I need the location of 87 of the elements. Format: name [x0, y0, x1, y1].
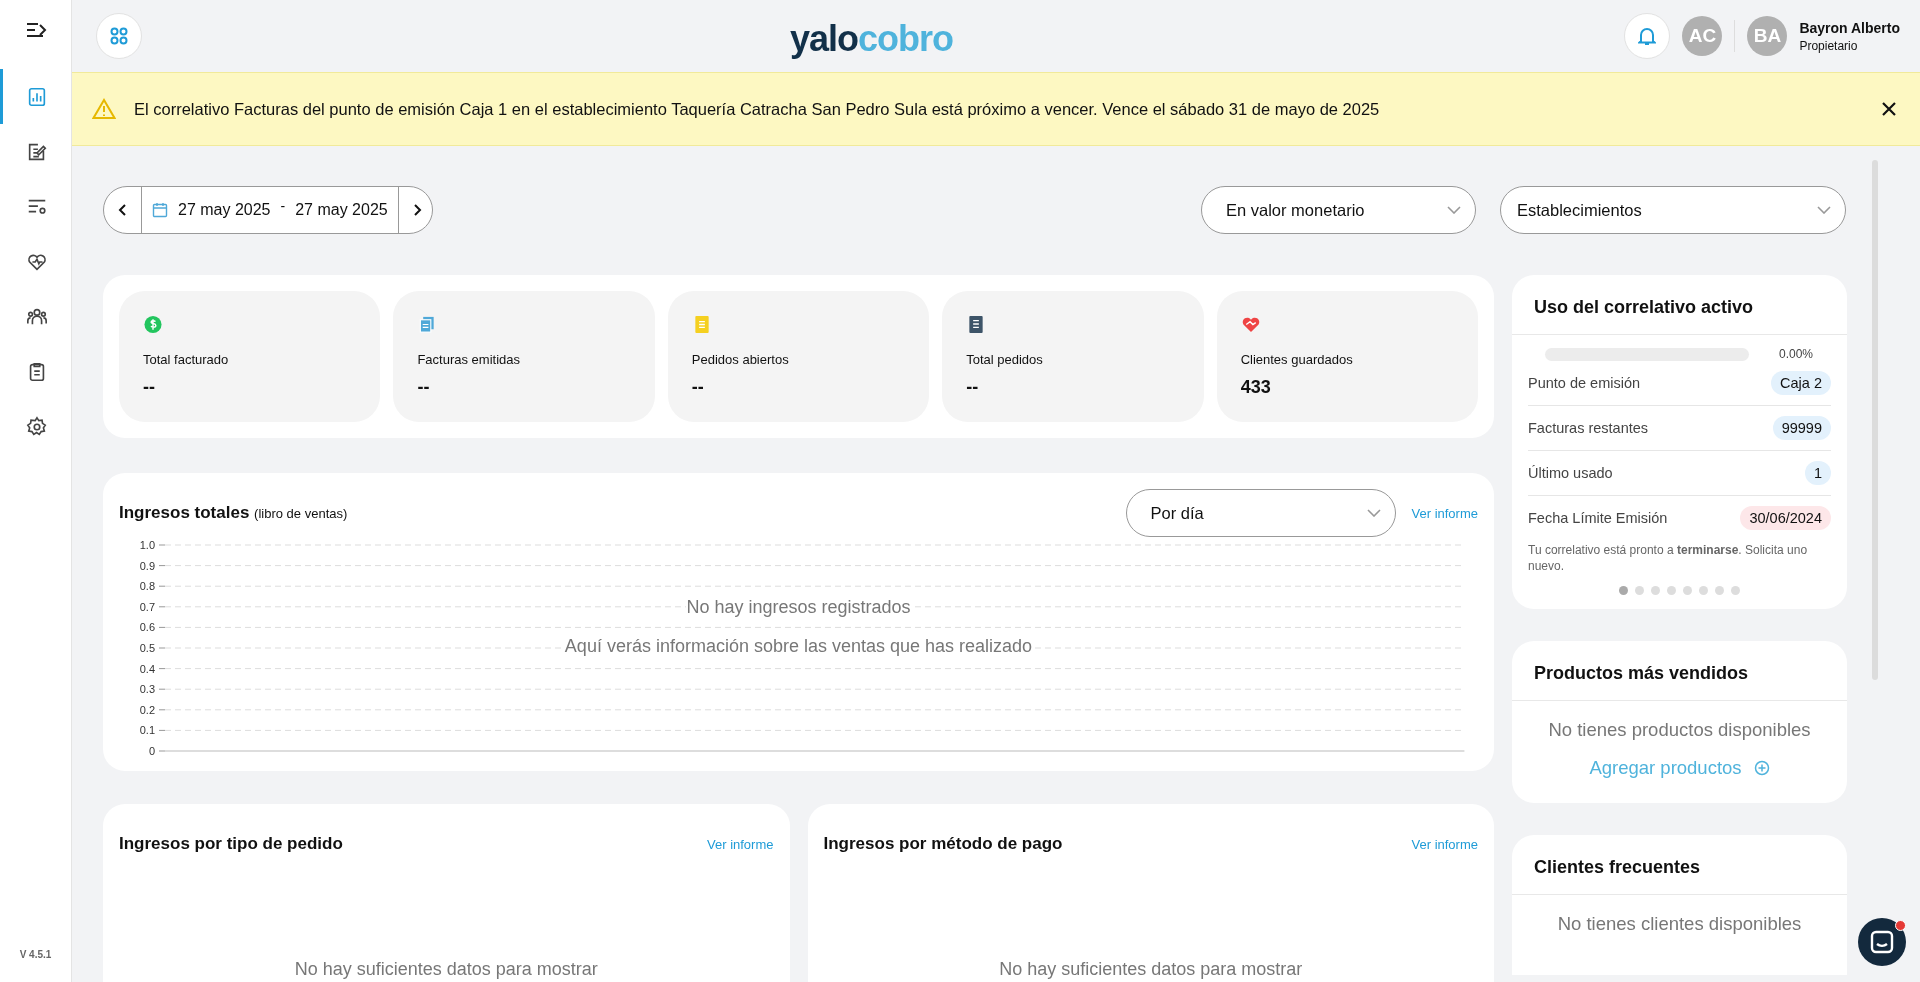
axis-label: 0.1 [139, 724, 155, 737]
apps-button[interactable] [96, 13, 142, 59]
empty-text: No hay suficientes datos para mostrar [999, 959, 1303, 980]
carousel-dot[interactable] [1683, 586, 1692, 596]
carousel-dot[interactable] [1651, 586, 1660, 596]
close-icon [1882, 102, 1896, 116]
chevron-down-icon [1817, 206, 1831, 214]
card-title: Clientes frecuentes [1512, 835, 1847, 896]
row-label: Fecha Límite Emisión [1528, 510, 1668, 526]
axis-label: 0.8 [139, 580, 155, 593]
chat-button[interactable] [1858, 918, 1906, 966]
date-separator: - [280, 198, 286, 214]
carousel-dot[interactable] [1667, 586, 1676, 596]
empty-text: No hay suficientes datos para mostrar [294, 959, 598, 980]
row-label: Punto de emisión [1528, 375, 1641, 391]
value-badge: 30/06/2024 [1740, 506, 1831, 530]
settings-icon [26, 415, 48, 438]
bell-icon [1638, 26, 1657, 46]
empty-text: No tienes clientes disponibles [1557, 913, 1802, 936]
correlative-note: Tu correlativo está pronto a terminarse. Solicita uno nuevo. [1528, 542, 1809, 575]
end-date: 27 may 2025 [295, 201, 388, 219]
stat-value: -- [966, 377, 980, 398]
carousel-dot[interactable] [1635, 586, 1644, 596]
plus-icon [1753, 760, 1770, 777]
version-label: V 4.5.1 [19, 949, 52, 960]
axis-label: 0.6 [139, 621, 155, 634]
report-link[interactable]: Ver informe [1411, 505, 1478, 521]
stat-value: -- [143, 377, 156, 398]
logo: yalocobro [790, 18, 954, 60]
alert-message: El correlativo Facturas del punto de emisión Caja 1 en el establecimiento Taquería Catracha San Pedro Sula está próximo a vencer. Vence el sábado 31 de mayo de 2025 [134, 99, 1381, 119]
axis-label: 1.0 [139, 539, 155, 551]
value-badge: 1 [1804, 461, 1831, 485]
axis-label: 0.2 [139, 703, 155, 716]
stat-label: Total facturado [143, 352, 230, 367]
stat-value: -- [691, 377, 705, 398]
start-date: 27 may 2025 [178, 201, 271, 219]
stat-label: Facturas emitidas [417, 352, 521, 367]
carousel-dot[interactable] [1715, 586, 1724, 596]
stat-label: Pedidos abiertos [691, 352, 790, 367]
empty-text: Aquí verás información sobre las ventas que has realizado [564, 636, 1033, 657]
report-link[interactable]: Ver informe [707, 836, 774, 852]
row-label: Último usado [1528, 465, 1613, 481]
axis-label: 0.9 [139, 559, 155, 572]
empty-title: No hay ingresos registrados [686, 597, 911, 618]
chevron-down-icon [1447, 206, 1461, 214]
card-title: Ingresos totales (libro de ventas) [119, 503, 349, 523]
user-avatar[interactable]: BA [1747, 16, 1788, 56]
add-products-button[interactable]: Agregar productos [1589, 757, 1770, 780]
card-title: Productos más vendidos [1512, 641, 1847, 702]
chevron-left-icon [117, 203, 128, 217]
stat-label: Clientes guardados [1240, 352, 1354, 367]
axis-label: 0.4 [139, 662, 155, 675]
stat-value: -- [417, 377, 431, 398]
chat-icon [1869, 929, 1895, 955]
value-badge: Caja 2 [1771, 371, 1831, 395]
chevron-right-icon [412, 203, 423, 217]
percent-label: 0.00% [1779, 347, 1815, 361]
card-title: Uso del correlativo activo [1512, 275, 1847, 335]
stat-label: Total pedidos [966, 352, 1044, 367]
stat-value: 433 [1240, 377, 1272, 398]
empty-text: No tienes productos disponibles [1548, 719, 1811, 742]
report-icon [26, 85, 48, 108]
apps-icon [109, 26, 129, 46]
notifications-button[interactable] [1624, 13, 1671, 59]
account-avatar[interactable]: AC [1682, 16, 1723, 56]
report-link[interactable]: Ver informe [1411, 836, 1478, 852]
period-dropdown[interactable]: Por día [1125, 489, 1396, 537]
axis-label: 0 [148, 745, 155, 757]
carousel-dot[interactable] [1731, 586, 1740, 596]
chevron-down-icon [1366, 509, 1381, 517]
user-name: Bayron Alberto [1799, 19, 1900, 36]
menu-toggle-icon[interactable] [24, 21, 47, 39]
row-label: Facturas restantes [1528, 420, 1649, 436]
axis-label: 0.5 [139, 642, 155, 654]
warning-icon [92, 98, 116, 120]
card-title: Ingresos por tipo de pedido [119, 834, 344, 854]
card-title: Ingresos por método de pago [823, 834, 1064, 854]
date-range-picker[interactable]: 27 may 2025 - 27 may 2025 [103, 186, 433, 234]
carousel-dot[interactable] [1619, 586, 1628, 596]
carousel-dot[interactable] [1699, 586, 1708, 596]
axis-label: 0.3 [139, 683, 155, 696]
calendar-icon [152, 202, 168, 218]
value-badge: 99999 [1772, 416, 1831, 440]
measure-dropdown[interactable]: En valor monetario [1201, 186, 1476, 234]
establishment-dropdown[interactable]: Establecimientos [1500, 186, 1846, 234]
user-role: Propietario [1799, 38, 1859, 53]
axis-label: 0.7 [139, 600, 155, 613]
